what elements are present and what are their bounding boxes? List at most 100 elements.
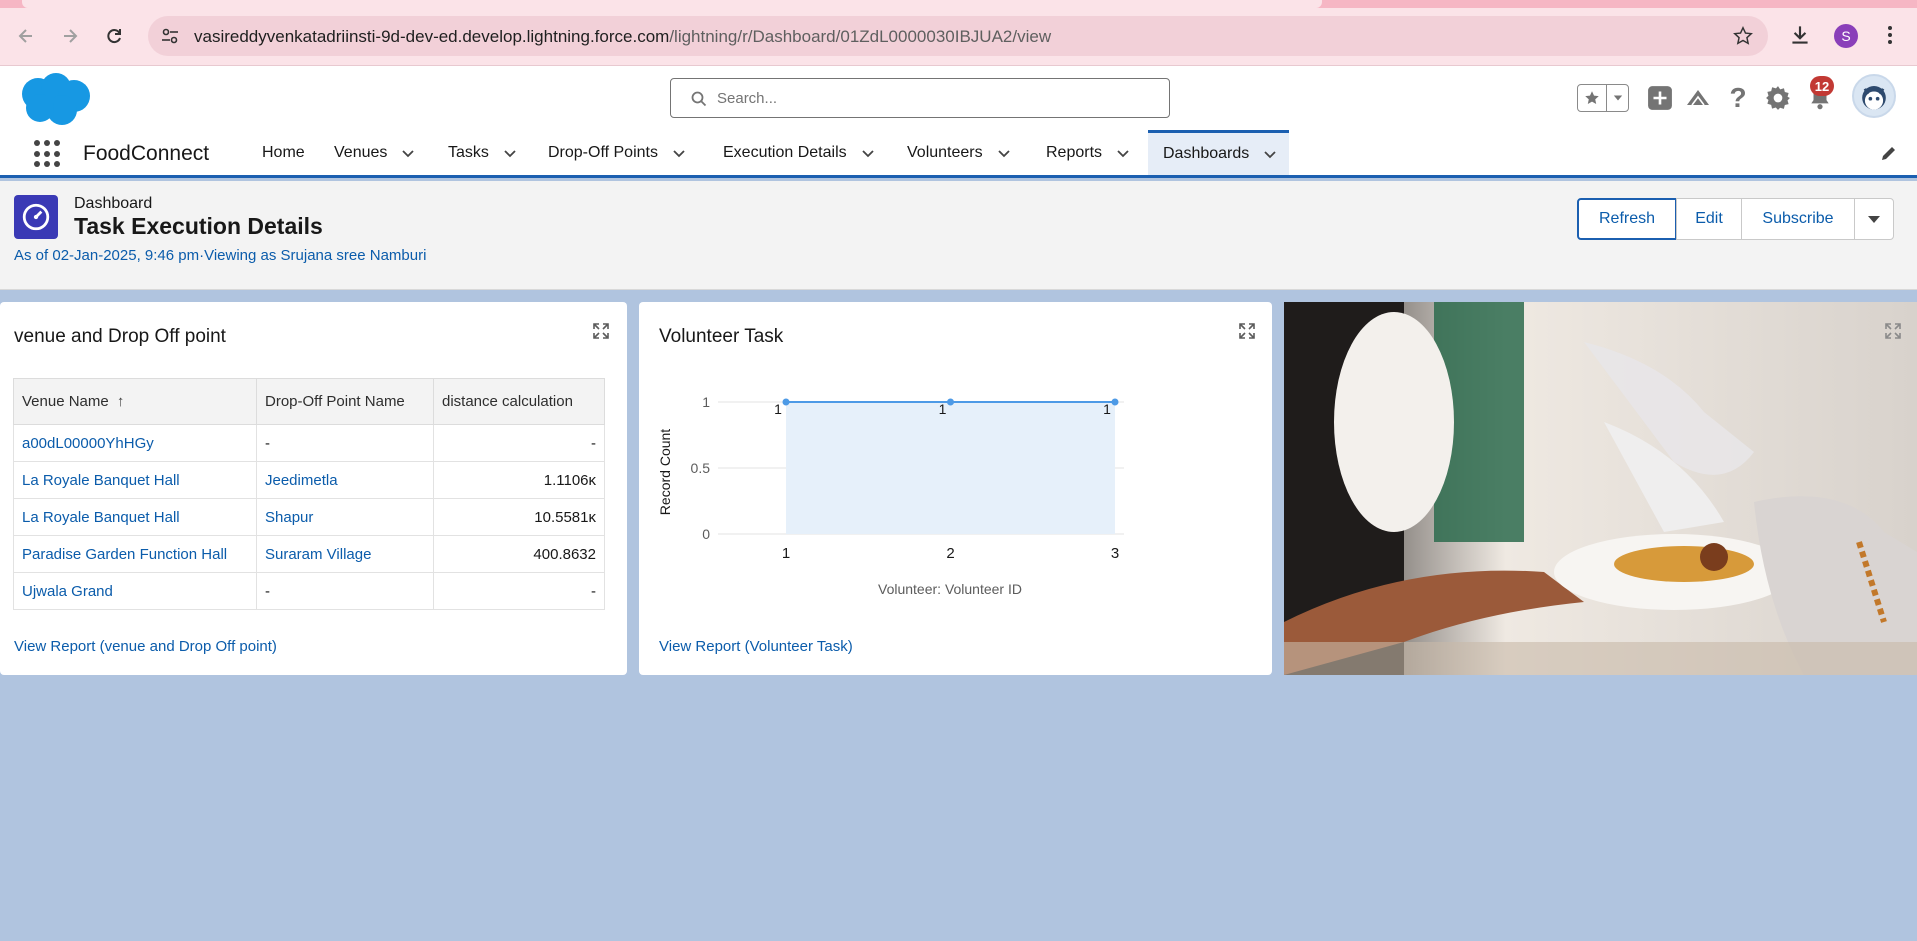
- column-header-drop-off-point-name[interactable]: Drop-Off Point Name: [256, 378, 434, 425]
- nav-item-execution-details[interactable]: Execution Details: [723, 130, 875, 175]
- venue-link[interactable]: a00dL00000YhHGy: [13, 424, 257, 462]
- widget-title: Volunteer Task: [659, 326, 784, 347]
- widget-title: venue and Drop Off point: [14, 326, 226, 347]
- sort-ascending-icon: ↑: [116, 393, 125, 410]
- chevron-down-icon[interactable]: [1263, 147, 1277, 161]
- trailhead-icon[interactable]: [1684, 84, 1712, 112]
- data-point: [947, 398, 954, 406]
- menu-kebab-icon[interactable]: [1880, 22, 1900, 48]
- venue-link[interactable]: La Royale Banquet Hall: [13, 498, 257, 536]
- y-tick-label: 0.5: [691, 460, 711, 476]
- venue-dropoff-table: Venue Name ↑ Drop-Off Point Name distanc…: [13, 378, 605, 610]
- table-row: Paradise Garden Function Hall Suraram Vi…: [13, 535, 605, 573]
- table-row: La Royale Banquet Hall Shapur 10.5581ĸ: [13, 498, 605, 536]
- global-search[interactable]: [670, 78, 1170, 118]
- back-icon[interactable]: [10, 20, 42, 52]
- nav-item-volunteers[interactable]: Volunteers: [907, 130, 1011, 175]
- search-icon: [691, 91, 707, 107]
- column-header-venue-name[interactable]: Venue Name ↑: [13, 378, 257, 425]
- app-navigation-bar: FoodConnect Home Venues Tasks Drop-Off P…: [0, 130, 1917, 178]
- data-point: [782, 398, 790, 406]
- nav-label: Home: [262, 143, 305, 161]
- nav-label: Dashboards: [1163, 145, 1250, 162]
- refresh-button[interactable]: Refresh: [1577, 198, 1677, 240]
- help-icon[interactable]: ?: [1724, 82, 1752, 113]
- edit-button[interactable]: Edit: [1676, 198, 1742, 240]
- chevron-down-icon: [1868, 216, 1880, 223]
- address-bar[interactable]: vasireddyvenkatadriinsti-9d-dev-ed.devel…: [148, 16, 1768, 56]
- venue-link[interactable]: La Royale Banquet Hall: [13, 461, 257, 499]
- table-row: Ujwala Grand - -: [13, 572, 605, 610]
- dropoff-link[interactable]: Shapur: [256, 498, 434, 536]
- nav-item-tasks[interactable]: Tasks: [448, 130, 517, 175]
- chart-widget: Volunteer Task 0 0.5 1 1 1 1 2 1 3 Volunteer: Vol…: [639, 302, 1272, 675]
- site-settings-icon[interactable]: [160, 26, 180, 46]
- chevron-down-icon[interactable]: [997, 146, 1011, 160]
- tab-strip: [0, 0, 1917, 8]
- nav-item-dashboards[interactable]: Dashboards: [1148, 130, 1290, 175]
- profile-avatar[interactable]: S: [1834, 24, 1858, 48]
- x-tick-label: 3: [1111, 545, 1119, 562]
- table-header-row: Venue Name ↑ Drop-Off Point Name distanc…: [13, 378, 605, 425]
- y-tick-label: 0: [702, 526, 710, 542]
- x-tick-label: 1: [782, 545, 790, 562]
- dashboard-icon: [14, 195, 58, 239]
- nav-label: Tasks: [448, 143, 489, 161]
- active-tab[interactable]: [22, 0, 1322, 8]
- column-header-distance-calculation[interactable]: distance calculation: [433, 378, 605, 425]
- as-of-text: As of 02-Jan-2025, 9:46 pm·Viewing as Sr…: [14, 247, 427, 264]
- forward-icon[interactable]: [54, 20, 86, 52]
- app-launcher-icon[interactable]: [34, 140, 62, 168]
- chevron-down-icon[interactable]: [1116, 146, 1130, 160]
- view-report-venue-link[interactable]: View Report (venue and Drop Off point): [14, 638, 277, 655]
- chevron-down-icon[interactable]: [401, 146, 415, 160]
- nav-item-home[interactable]: Home: [262, 130, 305, 175]
- dropoff-cell: -: [256, 424, 434, 462]
- table-widget: venue and Drop Off point Venue Name ↑ Dr…: [0, 302, 627, 675]
- search-input[interactable]: [717, 87, 1157, 109]
- user-avatar[interactable]: [1852, 74, 1896, 118]
- notification-count-badge: 12: [1810, 76, 1834, 96]
- url-text: vasireddyvenkatadriinsti-9d-dev-ed.devel…: [194, 27, 1052, 46]
- chevron-down-icon[interactable]: [1606, 85, 1628, 111]
- venue-link[interactable]: Ujwala Grand: [13, 572, 257, 610]
- app-name: FoodConnect: [83, 142, 210, 165]
- star-icon[interactable]: [1578, 85, 1606, 111]
- distance-cell: 10.5581ĸ: [433, 498, 605, 536]
- table-row: La Royale Banquet Hall Jeedimetla 1.1106…: [13, 461, 605, 499]
- expand-icon[interactable]: [1238, 322, 1256, 340]
- chevron-down-icon[interactable]: [861, 146, 875, 160]
- nav-item-venues[interactable]: Venues: [334, 130, 415, 175]
- area-fill: [786, 402, 1115, 534]
- distance-cell: 1.1106ĸ: [433, 461, 605, 499]
- chevron-down-icon[interactable]: [503, 146, 517, 160]
- page-title: Task Execution Details: [74, 213, 323, 239]
- venue-link[interactable]: Paradise Garden Function Hall: [13, 535, 257, 573]
- dropoff-link[interactable]: Suraram Village: [256, 535, 434, 573]
- gear-icon[interactable]: [1764, 84, 1792, 112]
- download-icon[interactable]: [1787, 22, 1813, 48]
- dropoff-link[interactable]: Jeedimetla: [256, 461, 434, 499]
- dropoff-cell: -: [256, 572, 434, 610]
- x-tick-label: 2: [946, 545, 954, 562]
- salesforce-logo-icon[interactable]: [16, 72, 92, 126]
- nav-item-reports[interactable]: Reports: [1046, 130, 1130, 175]
- global-actions-icon[interactable]: [1646, 84, 1674, 112]
- view-report-volunteer-link[interactable]: View Report (Volunteer Task): [659, 638, 853, 655]
- bookmark-star-icon[interactable]: [1732, 25, 1754, 47]
- more-actions-button[interactable]: [1854, 198, 1894, 240]
- expand-icon[interactable]: [1884, 322, 1902, 340]
- expand-icon[interactable]: [592, 322, 610, 340]
- browser-toolbar: vasireddyvenkatadriinsti-9d-dev-ed.devel…: [0, 0, 1917, 66]
- y-axis-title: Record Count: [657, 429, 673, 515]
- distance-cell: 400.8632: [433, 535, 605, 573]
- food-serving-photo: [1284, 302, 1917, 675]
- subscribe-button[interactable]: Subscribe: [1741, 198, 1855, 240]
- x-axis-title: Volunteer: Volunteer ID: [878, 581, 1022, 597]
- chevron-down-icon[interactable]: [672, 146, 686, 160]
- edit-nav-pencil-icon[interactable]: [1880, 144, 1898, 162]
- reload-icon[interactable]: [98, 20, 130, 52]
- favorites-button[interactable]: [1577, 84, 1629, 112]
- dashboard-canvas: venue and Drop Off point Venue Name ↑ Dr…: [0, 290, 1917, 941]
- nav-item-drop-off-points[interactable]: Drop-Off Points: [548, 130, 686, 175]
